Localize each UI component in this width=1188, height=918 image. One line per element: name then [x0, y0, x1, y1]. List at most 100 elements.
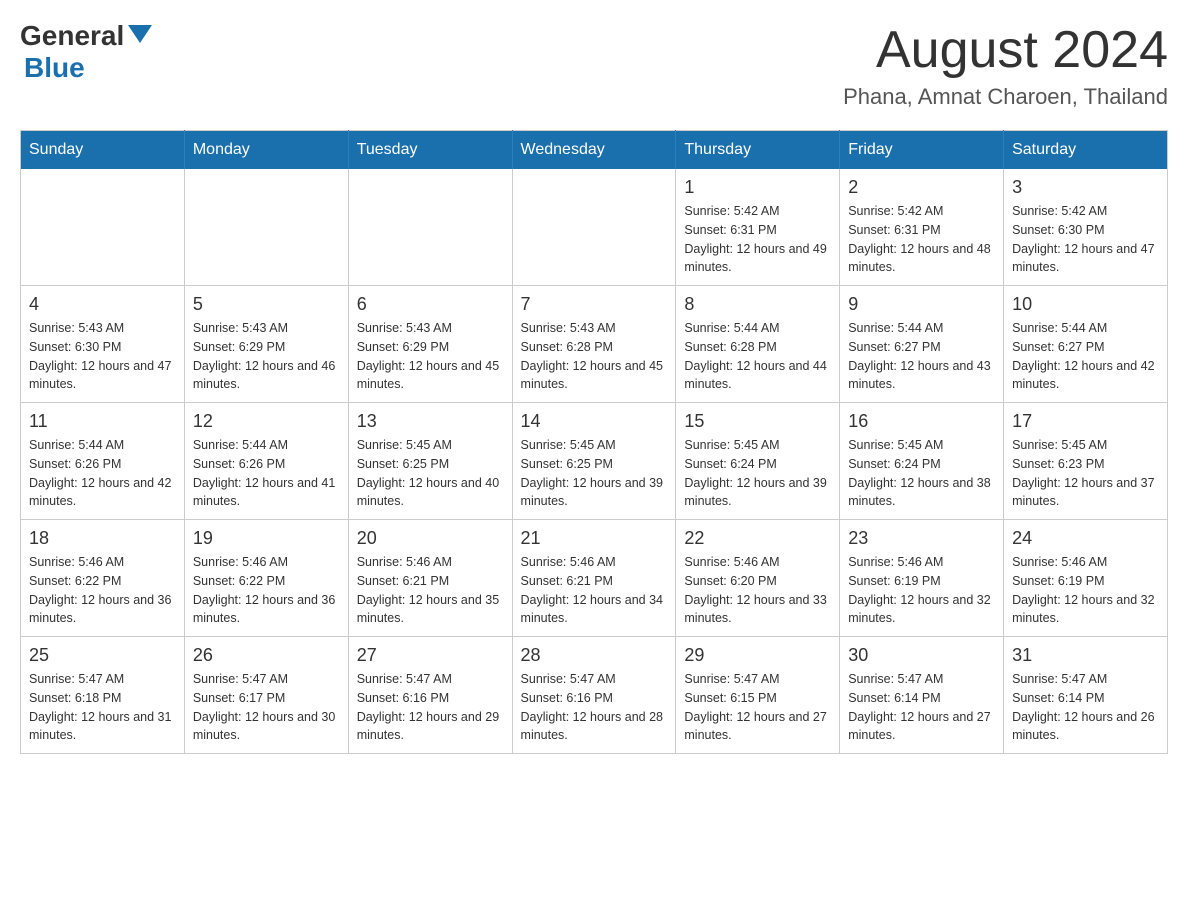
weekday-header-friday: Friday [840, 131, 1004, 170]
calendar-cell: 14Sunrise: 5:45 AMSunset: 6:25 PMDayligh… [512, 403, 676, 520]
day-number: 31 [1012, 645, 1159, 666]
day-number: 4 [29, 294, 176, 315]
calendar-cell: 4 Sunrise: 5:43 AMSunset: 6:30 PMDaylight… [21, 286, 185, 403]
calendar-cell: 20 Sunrise: 5:46 AMSunset: 6:21 PMDayligh… [348, 520, 512, 637]
day-number: 9 [848, 294, 995, 315]
calendar-week-row: 18 Sunrise: 5:46 AMSunset: 6:22 PMDayligh… [21, 520, 1168, 637]
day-number: 29 [684, 645, 831, 666]
day-info: Sunrise: 5:45 AMSunset: 6:25 PMDaylight:… [521, 436, 668, 511]
calendar-cell: 11Sunrise: 5:44 AMSunset: 6:26 PMDayligh… [21, 403, 185, 520]
calendar-cell: 23 Sunrise: 5:46 AMSunset: 6:19 PMDayligh… [840, 520, 1004, 637]
calendar-cell: 13Sunrise: 5:45 AMSunset: 6:25 PMDayligh… [348, 403, 512, 520]
page-header: General Blue August 2024 Phana, Amnat Ch… [20, 20, 1168, 110]
calendar-cell: 18Sunrise: 5:46 AMSunset: 6:22 PMDayligh… [21, 520, 185, 637]
day-number: 27 [357, 645, 504, 666]
calendar-cell: 30 Sunrise: 5:47 AMSunset: 6:14 PMDayligh… [840, 637, 1004, 754]
calendar-cell: 19 Sunrise: 5:46 AMSunset: 6:22 PMDayligh… [184, 520, 348, 637]
day-number: 12 [193, 411, 340, 432]
day-number: 16 [848, 411, 995, 432]
logo-area: General Blue [20, 20, 152, 84]
calendar-cell [512, 169, 676, 286]
calendar-cell: 31 Sunrise: 5:47 AMSunset: 6:14 PMDayligh… [1004, 637, 1168, 754]
day-info: Sunrise: 5:45 AMSunset: 6:23 PMDaylight:… [1012, 436, 1159, 511]
calendar-cell: 16 Sunrise: 5:45 AMSunset: 6:24 PMDayligh… [840, 403, 1004, 520]
weekday-header-wednesday: Wednesday [512, 131, 676, 170]
weekday-header-tuesday: Tuesday [348, 131, 512, 170]
day-number: 17 [1012, 411, 1159, 432]
day-info: Sunrise: 5:44 AMSunset: 6:27 PMDaylight:… [848, 319, 995, 394]
day-number: 20 [357, 528, 504, 549]
calendar-cell: 28 Sunrise: 5:47 AMSunset: 6:16 PMDayligh… [512, 637, 676, 754]
day-number: 28 [521, 645, 668, 666]
day-number: 1 [684, 177, 831, 198]
day-number: 5 [193, 294, 340, 315]
day-info: Sunrise: 5:45 AMSunset: 6:24 PMDaylight:… [684, 436, 831, 511]
weekday-header-sunday: Sunday [21, 131, 185, 170]
day-number: 24 [1012, 528, 1159, 549]
title-area: August 2024 Phana, Amnat Charoen, Thaila… [843, 20, 1168, 110]
calendar-cell: 6 Sunrise: 5:43 AMSunset: 6:29 PMDaylight… [348, 286, 512, 403]
logo-general-text: General [20, 20, 124, 52]
calendar-cell: 25 Sunrise: 5:47 AMSunset: 6:18 PMDayligh… [21, 637, 185, 754]
day-info: Sunrise: 5:43 AMSunset: 6:30 PMDaylight:… [29, 319, 176, 394]
day-number: 13 [357, 411, 504, 432]
weekday-header-saturday: Saturday [1004, 131, 1168, 170]
day-info: Sunrise: 5:47 AMSunset: 6:16 PMDaylight:… [521, 670, 668, 745]
calendar-cell: 17 Sunrise: 5:45 AMSunset: 6:23 PMDayligh… [1004, 403, 1168, 520]
day-number: 18 [29, 528, 176, 549]
day-info: Sunrise: 5:43 AMSunset: 6:29 PMDaylight:… [193, 319, 340, 394]
day-info: Sunrise: 5:46 AMSunset: 6:21 PMDaylight:… [521, 553, 668, 628]
day-info: Sunrise: 5:47 AMSunset: 6:14 PMDaylight:… [1012, 670, 1159, 745]
day-info: Sunrise: 5:42 AMSunset: 6:31 PMDaylight:… [848, 202, 995, 277]
day-info: Sunrise: 5:45 AMSunset: 6:24 PMDaylight:… [848, 436, 995, 511]
logo-blue-text: Blue [24, 52, 85, 83]
weekday-header-monday: Monday [184, 131, 348, 170]
calendar-cell: 12 Sunrise: 5:44 AMSunset: 6:26 PMDayligh… [184, 403, 348, 520]
day-info: Sunrise: 5:47 AMSunset: 6:14 PMDaylight:… [848, 670, 995, 745]
calendar-cell: 21 Sunrise: 5:46 AMSunset: 6:21 PMDayligh… [512, 520, 676, 637]
calendar-cell: 9 Sunrise: 5:44 AMSunset: 6:27 PMDaylight… [840, 286, 1004, 403]
day-info: Sunrise: 5:43 AMSunset: 6:29 PMDaylight:… [357, 319, 504, 394]
month-title: August 2024 [843, 20, 1168, 80]
day-number: 25 [29, 645, 176, 666]
calendar-table: SundayMondayTuesdayWednesdayThursdayFrid… [20, 130, 1168, 754]
calendar-cell [21, 169, 185, 286]
calendar-cell: 10 Sunrise: 5:44 AMSunset: 6:27 PMDayligh… [1004, 286, 1168, 403]
calendar-cell: 7Sunrise: 5:43 AMSunset: 6:28 PMDaylight… [512, 286, 676, 403]
day-number: 7 [521, 294, 668, 315]
day-info: Sunrise: 5:47 AMSunset: 6:17 PMDaylight:… [193, 670, 340, 745]
day-info: Sunrise: 5:46 AMSunset: 6:19 PMDaylight:… [1012, 553, 1159, 628]
day-number: 19 [193, 528, 340, 549]
day-info: Sunrise: 5:44 AMSunset: 6:26 PMDaylight:… [193, 436, 340, 511]
calendar-week-row: 11Sunrise: 5:44 AMSunset: 6:26 PMDayligh… [21, 403, 1168, 520]
calendar-week-row: 1 Sunrise: 5:42 AMSunset: 6:31 PMDaylight… [21, 169, 1168, 286]
day-info: Sunrise: 5:44 AMSunset: 6:28 PMDaylight:… [684, 319, 831, 394]
day-info: Sunrise: 5:46 AMSunset: 6:21 PMDaylight:… [357, 553, 504, 628]
calendar-cell: 3Sunrise: 5:42 AMSunset: 6:30 PMDaylight… [1004, 169, 1168, 286]
calendar-cell: 1Sunrise: 5:42 AMSunset: 6:31 PMDaylight… [676, 169, 840, 286]
calendar-cell: 8 Sunrise: 5:44 AMSunset: 6:28 PMDaylight… [676, 286, 840, 403]
day-info: Sunrise: 5:46 AMSunset: 6:20 PMDaylight:… [684, 553, 831, 628]
calendar-cell: 29 Sunrise: 5:47 AMSunset: 6:15 PMDayligh… [676, 637, 840, 754]
day-number: 30 [848, 645, 995, 666]
day-info: Sunrise: 5:46 AMSunset: 6:19 PMDaylight:… [848, 553, 995, 628]
day-info: Sunrise: 5:44 AMSunset: 6:27 PMDaylight:… [1012, 319, 1159, 394]
calendar-cell [184, 169, 348, 286]
calendar-cell: 22Sunrise: 5:46 AMSunset: 6:20 PMDayligh… [676, 520, 840, 637]
logo: General [20, 20, 152, 52]
day-number: 8 [684, 294, 831, 315]
day-info: Sunrise: 5:47 AMSunset: 6:15 PMDaylight:… [684, 670, 831, 745]
calendar-cell: 2 Sunrise: 5:42 AMSunset: 6:31 PMDaylight… [840, 169, 1004, 286]
day-number: 23 [848, 528, 995, 549]
calendar-cell: 27Sunrise: 5:47 AMSunset: 6:16 PMDayligh… [348, 637, 512, 754]
logo-triangle-icon [128, 25, 152, 43]
calendar-cell: 5 Sunrise: 5:43 AMSunset: 6:29 PMDaylight… [184, 286, 348, 403]
day-number: 10 [1012, 294, 1159, 315]
day-info: Sunrise: 5:46 AMSunset: 6:22 PMDaylight:… [193, 553, 340, 628]
day-info: Sunrise: 5:47 AMSunset: 6:18 PMDaylight:… [29, 670, 176, 745]
day-number: 2 [848, 177, 995, 198]
day-number: 26 [193, 645, 340, 666]
day-number: 21 [521, 528, 668, 549]
day-number: 6 [357, 294, 504, 315]
day-number: 15 [684, 411, 831, 432]
